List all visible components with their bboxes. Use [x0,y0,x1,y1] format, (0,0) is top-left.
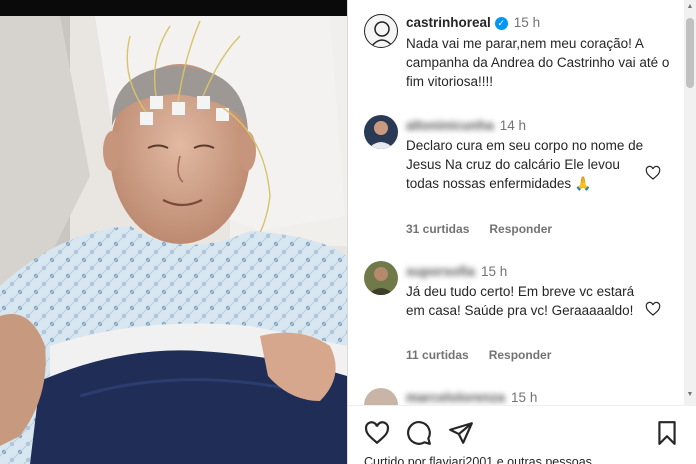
post-action-bar: Curtido por flaviari2001 e outras pessoa… [348,405,696,464]
comment-like-heart-icon[interactable] [645,301,661,317]
reply-button[interactable]: Responder [489,222,552,236]
commenter-avatar[interactable] [364,261,398,295]
comment-time[interactable]: 15 h [481,264,507,279]
comment-username[interactable]: marcelolorenza [406,390,505,405]
comment-time[interactable]: 15 h [511,390,537,405]
comment-meta: 11 curtidas Responder [406,348,571,362]
scrollbar-thumb[interactable] [686,18,694,88]
hospital-photo-illustration [0,16,347,464]
liked-by-text[interactable]: Curtido por flaviari2001 e outras pessoa… [364,455,592,464]
commenter-avatar[interactable] [364,388,398,405]
verified-badge-icon: ✓ [494,17,508,30]
scrollbar[interactable]: ▲ ▼ [684,0,696,405]
bookmark-icon[interactable] [654,420,680,446]
instagram-post-view: ▲ ▼ castrinhoreal ✓ 15 h Nada vai me parar… [0,0,696,464]
send-icon[interactable] [448,420,474,446]
scroll-down-arrow-icon[interactable]: ▼ [686,391,694,399]
author-avatar[interactable] [364,14,398,48]
comment-like-heart-icon[interactable] [645,165,661,181]
commenter-avatar[interactable] [364,115,398,149]
post-photo [0,0,347,464]
scroll-up-arrow-icon[interactable]: ▲ [686,3,694,11]
author-username[interactable]: castrinhoreal [406,15,491,30]
comment-text: Já deu tudo certo! Em breve vc estará em… [406,284,635,318]
heart-icon[interactable] [364,420,390,446]
caption-header: castrinhoreal ✓ 15 h [406,14,540,32]
comment-header: marcelolorenza 15 h [406,389,537,405]
reply-button[interactable]: Responder [489,348,552,362]
comment-header: altoninicunha 14 h [406,117,526,135]
caption-text: Nada vai me parar,nem meu coração! A cam… [406,36,670,89]
caption-time[interactable]: 15 h [514,15,540,30]
comment-username[interactable]: suporsofia [406,264,475,279]
comment-header: suporsofia 15 h [406,263,507,281]
comment-text: Declaro cura em seu corpo no nome de Jes… [406,138,644,191]
photo-top-bar [0,0,347,16]
comment-item: suporsofia 15 h Já deu tudo certo! Em bre… [348,261,683,371]
comment-item: marcelolorenza 15 h [348,386,683,405]
post-caption: castrinhoreal ✓ 15 h Nada vai me parar,nem… [348,14,683,94]
comment-icon[interactable] [406,420,432,446]
commenter-avatar-icon [368,121,394,149]
comment-username[interactable]: altoninicunha [406,118,494,133]
comment-item: altoninicunha 14 h Declaro cura em seu co… [348,115,683,236]
comment-time[interactable]: 14 h [500,118,526,133]
post-details-panel: ▲ ▼ castrinhoreal ✓ 15 h Nada vai me parar… [347,0,696,464]
comment-meta: 31 curtidas Responder [406,222,572,236]
comment-likes-count[interactable]: 31 curtidas [406,222,469,236]
commenter-avatar-icon [368,267,394,295]
author-avatar-icon [370,21,394,47]
comment-likes-count[interactable]: 11 curtidas [406,348,469,362]
